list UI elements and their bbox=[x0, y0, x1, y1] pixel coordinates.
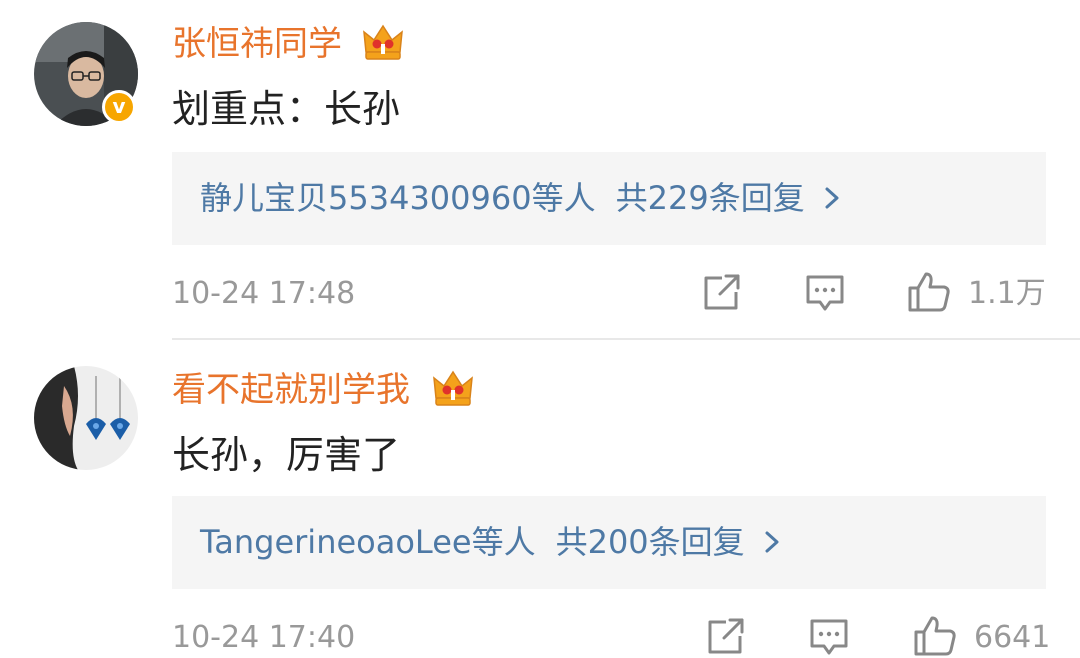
replies-preview: 静儿宝贝5534300960等人 bbox=[200, 179, 596, 217]
comment-item: v 张恒祎同学 划重点：长孙 静儿宝贝5534300960等人 共229条回复 1… bbox=[0, 0, 1080, 338]
like-count: 6641 bbox=[974, 620, 1051, 655]
replies-total: 共229条回复 bbox=[615, 179, 805, 217]
comment-text: 长孙，厉害了 bbox=[172, 433, 401, 477]
crown-icon bbox=[433, 370, 473, 406]
replies-preview: TangerineoaoLee等人 bbox=[200, 523, 536, 561]
replies-summary[interactable]: 静儿宝贝5534300960等人 共229条回复 bbox=[172, 152, 1046, 245]
timestamp: 10-24 17:40 bbox=[172, 620, 356, 655]
comment-icon[interactable] bbox=[808, 616, 850, 658]
avatar-image bbox=[34, 366, 138, 470]
share-icon[interactable] bbox=[700, 272, 742, 314]
verified-badge-icon: v bbox=[102, 90, 136, 124]
crown-icon bbox=[363, 24, 403, 60]
username[interactable]: 张恒祎同学 bbox=[172, 24, 342, 64]
like-count: 1.1万 bbox=[968, 276, 1046, 311]
share-icon[interactable] bbox=[704, 616, 746, 658]
avatar[interactable]: v bbox=[34, 22, 138, 126]
replies-summary[interactable]: TangerineoaoLee等人 共200条回复 bbox=[172, 496, 1046, 589]
comment-item: 看不起就别学我 长孙，厉害了 TangerineoaoLee等人 共200条回复 … bbox=[0, 340, 1080, 658]
comment-icon[interactable] bbox=[804, 272, 846, 314]
thumbs-up-icon[interactable] bbox=[912, 614, 958, 658]
avatar[interactable] bbox=[34, 366, 138, 470]
timestamp: 10-24 17:48 bbox=[172, 276, 356, 311]
comment-text: 划重点：长孙 bbox=[172, 87, 401, 131]
replies-total: 共200条回复 bbox=[555, 523, 745, 561]
chevron-right-icon bbox=[825, 187, 839, 209]
thumbs-up-icon[interactable] bbox=[906, 270, 952, 314]
chevron-right-icon bbox=[765, 531, 779, 553]
username[interactable]: 看不起就别学我 bbox=[172, 370, 410, 410]
